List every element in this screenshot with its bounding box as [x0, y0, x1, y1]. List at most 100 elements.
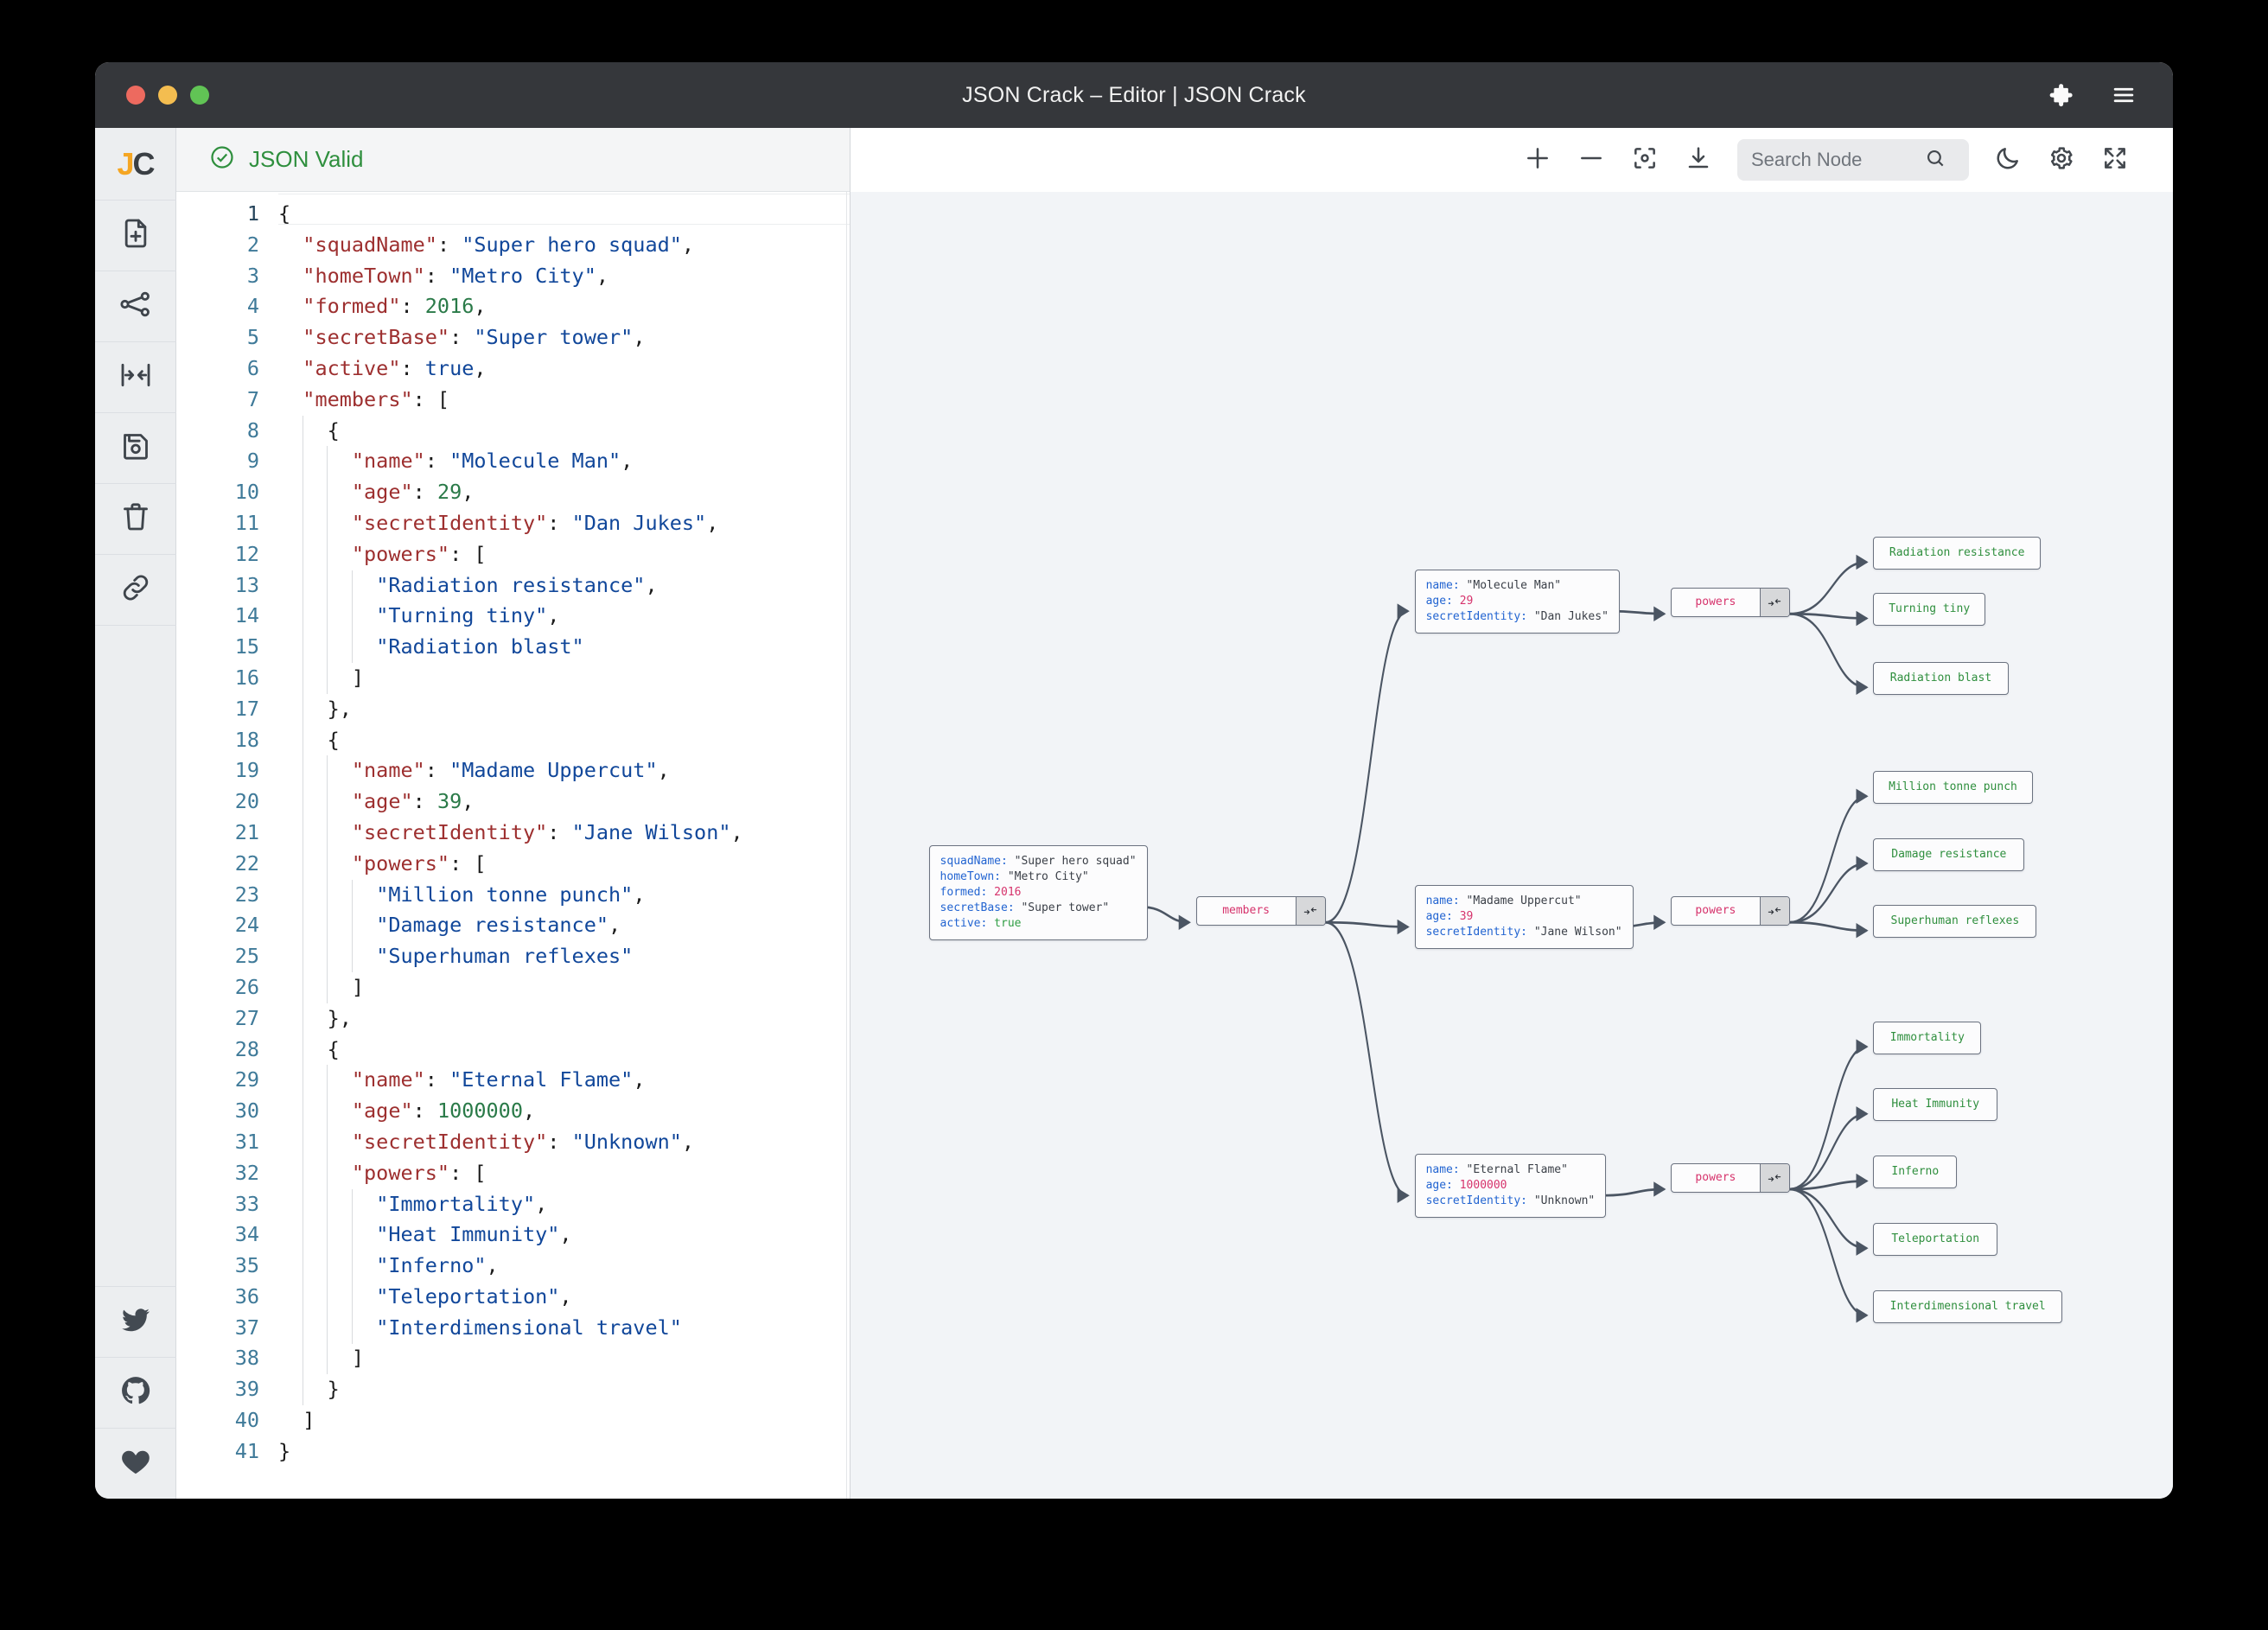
collapse-arrows-icon[interactable]: [1760, 897, 1789, 925]
graph-node-row: secretIdentity: "Unknown": [1426, 1194, 1596, 1209]
expand-icon: [2101, 144, 2129, 176]
sidebar-item-new-file[interactable]: [95, 201, 176, 271]
graph-node-value: "Eternal Flame": [1467, 1163, 1568, 1176]
graph-edge: [1141, 907, 1189, 922]
graph-edge: [1790, 922, 1867, 930]
sidebar-item-twitter[interactable]: [95, 1286, 176, 1357]
app-logo[interactable]: JC: [95, 128, 176, 201]
graph-node-leaf[interactable]: Damage resistance: [1873, 838, 2024, 871]
graph-canvas[interactable]: squadName: "Super hero squad"homeTown: "…: [850, 192, 2173, 1499]
graph-node-key: age:: [1426, 910, 1453, 923]
graph-node-parent[interactable]: powers: [1671, 588, 1789, 617]
sidebar-item-github[interactable]: [95, 1357, 176, 1428]
floppy-disk-icon: [118, 429, 153, 468]
graph-node-leaf[interactable]: Interdimensional travel: [1873, 1290, 2062, 1323]
search-input[interactable]: [1751, 149, 1924, 171]
sidebar-item-sponsor[interactable]: [95, 1428, 176, 1499]
graph-node-leaf[interactable]: Immortality: [1873, 1022, 1981, 1054]
settings-button[interactable]: [2035, 133, 2088, 187]
sidebar-item-collapse-nodes[interactable]: [95, 342, 176, 413]
graph-node-value: "Super tower": [1021, 901, 1109, 914]
graph-node-leaf[interactable]: Radiation resistance: [1873, 537, 2041, 570]
sidebar-item-graph-view[interactable]: [95, 271, 176, 342]
collapse-arrows-icon[interactable]: [1760, 589, 1789, 616]
heart-icon: [119, 1445, 152, 1482]
hamburger-menu-icon[interactable]: [2111, 82, 2137, 108]
collapse-arrows-icon[interactable]: [1296, 897, 1325, 925]
download-button[interactable]: [1672, 133, 1725, 187]
moon-icon: [1994, 144, 2022, 176]
graph-node-leaf[interactable]: Teleportation: [1873, 1223, 1997, 1256]
zoom-out-button[interactable]: [1564, 133, 1618, 187]
search-node-box[interactable]: [1737, 139, 1969, 181]
graph-edge: [1326, 922, 1408, 1195]
collapse-arrows-icon[interactable]: [1760, 1164, 1789, 1192]
graph-node-value: 2016: [994, 886, 1021, 899]
json-editor-pane: JSON Valid 1{ 2 "squadName": "Super hero…: [176, 128, 850, 1499]
graph-node-row: formed: 2016: [940, 885, 1137, 901]
graph-node-leaf[interactable]: Heat Immunity: [1873, 1088, 1997, 1121]
json-source-code[interactable]: 1{ 2 "squadName": "Super hero squad", 3 …: [176, 199, 743, 1468]
graph-node-leaf[interactable]: Superhuman reflexes: [1873, 905, 2036, 938]
graph-node-row: name: "Molecule Man": [1426, 578, 1609, 594]
fullscreen-button[interactable]: [2088, 133, 2142, 187]
graph-node-object[interactable]: name: "Eternal Flame"age: 1000000secretI…: [1415, 1154, 1607, 1218]
indent-guide: [327, 1065, 328, 1374]
sidebar-item-share-link[interactable]: [95, 555, 176, 626]
theme-toggle-button[interactable]: [1981, 133, 2035, 187]
sidebar-item-delete[interactable]: [95, 484, 176, 555]
graph-node-parent[interactable]: members: [1196, 896, 1326, 926]
graph-node-row: secretIdentity: "Jane Wilson": [1426, 925, 1622, 940]
arrows-collapse-icon: [118, 358, 153, 397]
app-body: JC: [95, 128, 2173, 1499]
graph-node-label: powers: [1672, 589, 1759, 616]
minus-icon: [1577, 144, 1605, 176]
graph-node-label: powers: [1672, 1164, 1759, 1192]
graph-node-value: "Unknown": [1534, 1194, 1595, 1207]
sidebar-item-save-file[interactable]: [95, 413, 176, 484]
graph-node-row: homeTown: "Metro City": [940, 869, 1137, 885]
graph-node-parent[interactable]: powers: [1671, 1163, 1789, 1193]
graph-node-leaf[interactable]: Million tonne punch: [1873, 771, 2032, 804]
graph-edge: [1790, 796, 1867, 922]
graph-edge: [1790, 1189, 1867, 1315]
left-sidebar: JC: [95, 128, 176, 1499]
editor-ruler: [846, 192, 847, 1499]
indent-guide: [327, 755, 328, 1003]
graph-node-row: age: 39: [1426, 909, 1622, 925]
window-title: JSON Crack – Editor | JSON Crack: [95, 83, 2173, 108]
graph-node-key: secretIdentity:: [1426, 610, 1527, 623]
graph-node-object[interactable]: name: "Molecule Man"age: 29secretIdentit…: [1415, 570, 1620, 634]
graph-edge: [1790, 863, 1867, 922]
graph-node-leaf[interactable]: Radiation blast: [1873, 662, 2008, 695]
maximize-window-button[interactable]: [190, 86, 209, 105]
graph-node-object[interactable]: squadName: "Super hero squad"homeTown: "…: [929, 845, 1148, 940]
center-view-button[interactable]: [1618, 133, 1672, 187]
gear-icon: [2048, 144, 2075, 176]
graph-node-object[interactable]: name: "Madame Uppercut"age: 39secretIden…: [1415, 885, 1634, 949]
graph-node-value: 1000000: [1460, 1179, 1507, 1192]
graph-node-key: squadName:: [940, 855, 1008, 868]
graph-node-row: name: "Eternal Flame": [1426, 1162, 1596, 1178]
graph-node-leaf[interactable]: Inferno: [1873, 1156, 1957, 1188]
graph-node-row: squadName: "Super hero squad": [940, 854, 1137, 869]
window-title-bar: JSON Crack – Editor | JSON Crack: [95, 62, 2173, 128]
close-window-button[interactable]: [126, 86, 145, 105]
graph-edge: [1790, 1189, 1867, 1248]
minimize-window-button[interactable]: [158, 86, 177, 105]
graph-node-parent[interactable]: powers: [1671, 896, 1789, 926]
graph-node-key: name:: [1426, 1163, 1460, 1176]
graph-node-row: secretBase: "Super tower": [940, 901, 1137, 916]
magnifier-icon[interactable]: [1924, 147, 1946, 174]
code-area[interactable]: 1{ 2 "squadName": "Super hero squad", 3 …: [176, 192, 850, 1499]
indent-guide: [352, 880, 353, 972]
app-window: JSON Crack – Editor | JSON Crack JC: [95, 62, 2173, 1499]
puzzle-piece-icon[interactable]: [2048, 82, 2074, 108]
zoom-in-button[interactable]: [1511, 133, 1564, 187]
graph-node-row: name: "Madame Uppercut": [1426, 894, 1622, 909]
graph-node-leaf[interactable]: Turning tiny: [1873, 593, 1985, 626]
plus-icon: [1524, 144, 1551, 176]
graph-node-value: "Jane Wilson": [1534, 926, 1622, 939]
check-circle-icon: [209, 144, 235, 175]
graph-node-row: age: 1000000: [1426, 1178, 1596, 1194]
